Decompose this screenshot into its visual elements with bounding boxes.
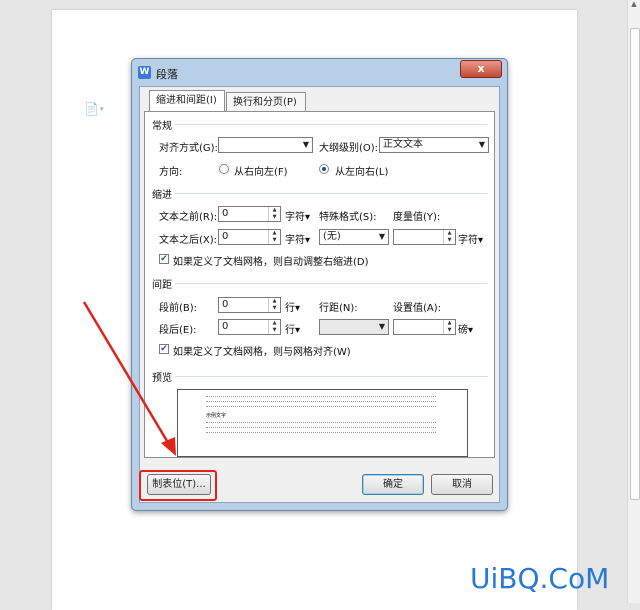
watermark: UiBQ.CoM xyxy=(470,562,610,595)
annotation-arrow xyxy=(82,301,176,456)
tab-indent-spacing[interactable]: 缩进和间距(I) xyxy=(149,90,225,111)
arrow-head xyxy=(161,437,176,456)
arrow-shaft xyxy=(82,301,172,447)
